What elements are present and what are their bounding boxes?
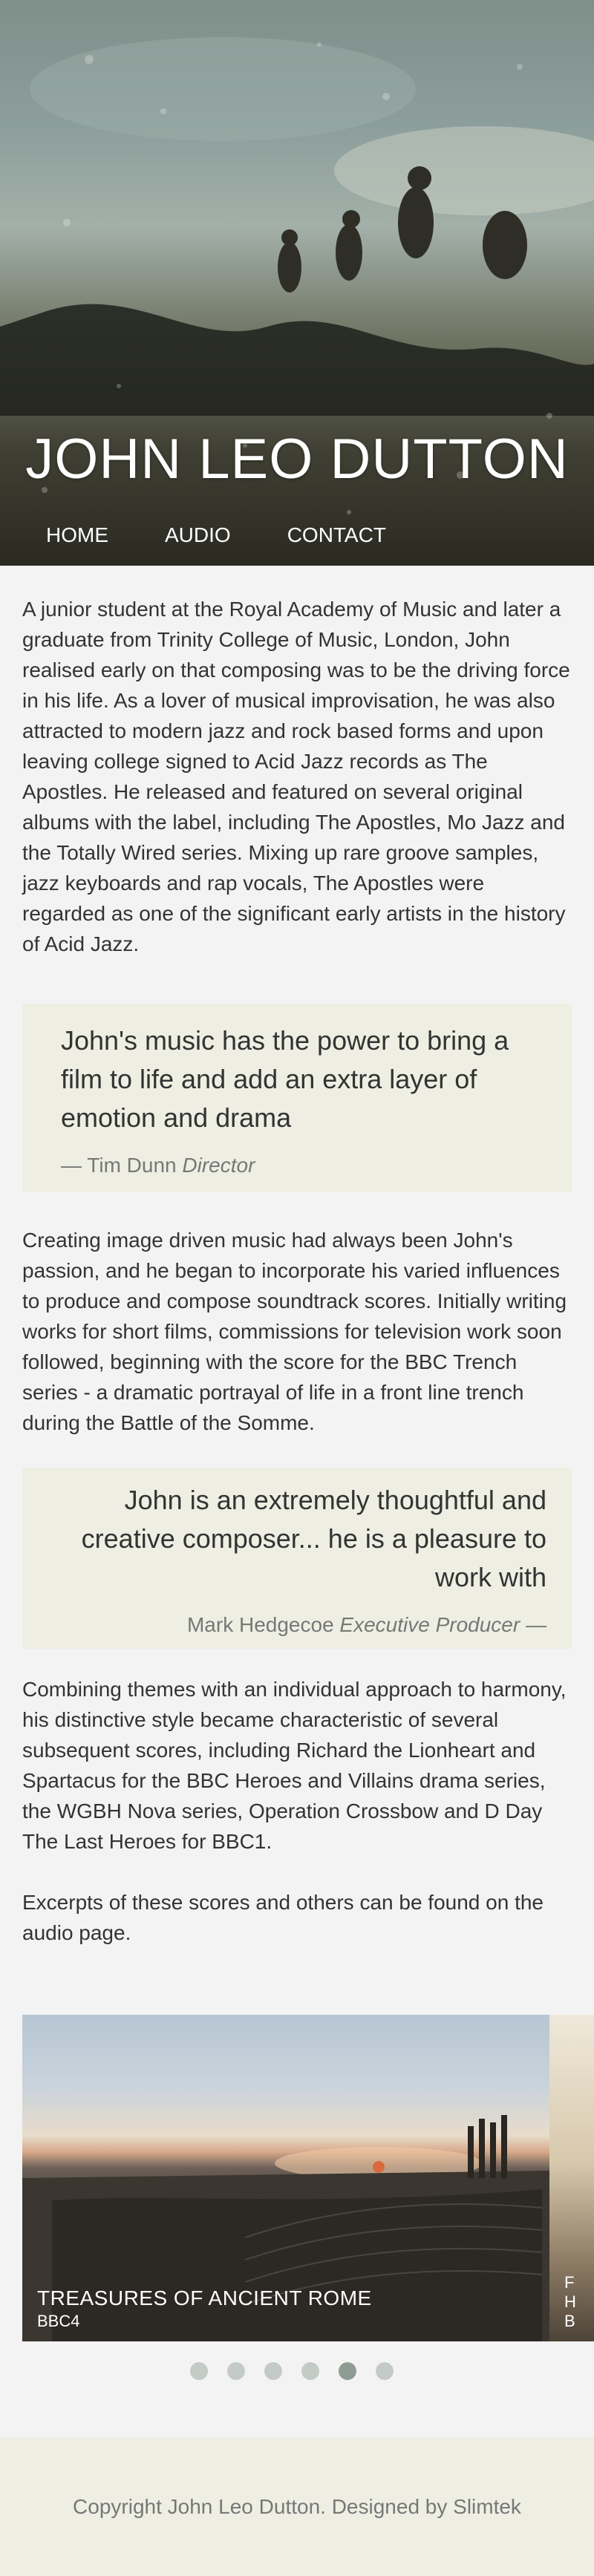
quote-2-name: Mark Hedgecoe <box>186 1613 334 1636</box>
intro-paragraph: A junior student at the Royal Academy of… <box>22 598 570 955</box>
quote-1-role: Director <box>182 1154 255 1177</box>
paragraph-2: Creating image driven music had always b… <box>22 1229 567 1434</box>
quote-1-name: Tim Dunn <box>87 1154 177 1177</box>
nav-audio-link[interactable]: AUDIO <box>165 523 231 547</box>
quote-2-text: John is an extremely thoughtful and crea… <box>81 1485 546 1592</box>
carousel-slide[interactable]: TREASURES OF ANCIENT ROME BBC4 <box>22 2015 549 2341</box>
carousel-dot-2[interactable] <box>227 2362 245 2380</box>
slide-title: TREASURES OF ANCIENT ROME <box>37 2286 372 2309</box>
nav-contact-link[interactable]: CONTACT <box>287 523 386 547</box>
hero-banner: JOHN LEO DUTTON HOME AUDIO CONTACT <box>0 0 594 566</box>
quote-2-role: Executive Producer <box>339 1613 520 1636</box>
copyright-text: Copyright John Leo Dutton. Designed by S… <box>73 2494 521 2518</box>
main-nav: HOME AUDIO CONTACT <box>46 523 386 547</box>
testimonial-quote-2: John is an extremely thoughtful and crea… <box>22 1468 572 1649</box>
quote-1-dash: — <box>61 1154 88 1177</box>
carousel-next-slide-peek[interactable]: F H B <box>549 2015 594 2341</box>
main-content: A junior student at the Royal Academy of… <box>0 594 594 1948</box>
site-footer: Copyright John Leo Dutton. Designed by S… <box>0 2437 594 2576</box>
nav-home-link[interactable]: HOME <box>46 523 108 547</box>
next-slide-caption-fragment: F H B <box>564 2273 576 2330</box>
paragraph-4: Excerpts of these scores and others can … <box>22 1891 544 1944</box>
scores-carousel[interactable]: TREASURES OF ANCIENT ROME BBC4 F H B <box>22 2015 594 2341</box>
testimonial-quote-1: John's music has the power to bring a fi… <box>22 1004 572 1192</box>
carousel-dot-4[interactable] <box>301 2362 319 2380</box>
quote-2-citation: Mark Hedgecoe Executive Producer — <box>30 1613 546 1637</box>
quote-1-text: John's music has the power to bring a fi… <box>61 1025 509 1133</box>
carousel-dot-6[interactable] <box>376 2362 394 2380</box>
slide-caption: TREASURES OF ANCIENT ROME BBC4 <box>37 2286 372 2331</box>
carousel-pagination <box>190 2362 594 2380</box>
slide-subtitle: BBC4 <box>37 2312 80 2330</box>
quote-1-citation: — Tim Dunn Director <box>61 1154 548 1177</box>
quote-2-dash: — <box>520 1613 546 1636</box>
site-title: JOHN LEO DUTTON <box>25 428 569 491</box>
carousel-dot-3[interactable] <box>264 2362 282 2380</box>
paragraph-3: Combining themes with an individual appr… <box>22 1678 567 1853</box>
carousel-dot-1[interactable] <box>190 2362 208 2380</box>
carousel-dot-5[interactable] <box>339 2362 356 2380</box>
